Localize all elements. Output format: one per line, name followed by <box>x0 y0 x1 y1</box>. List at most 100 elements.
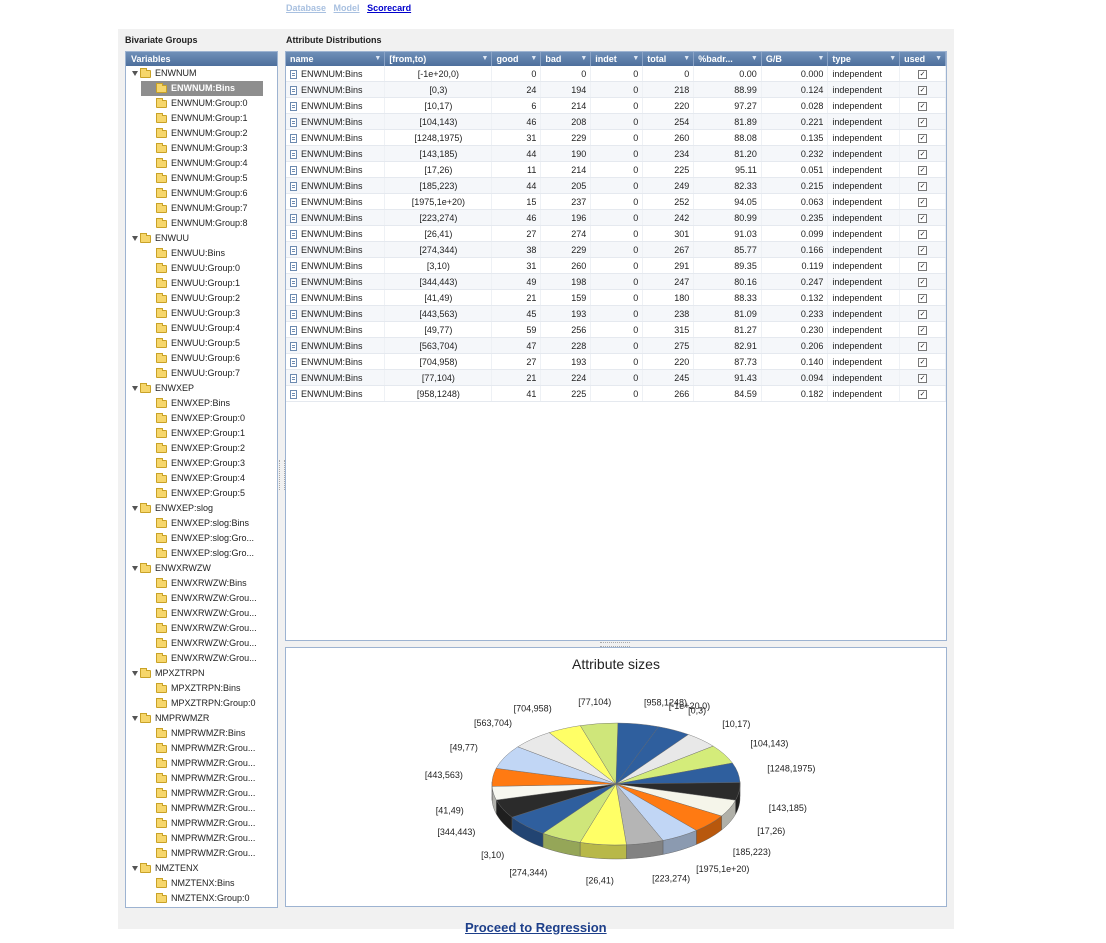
expand-triangle-icon[interactable] <box>132 866 138 871</box>
column-header[interactable]: used ▼ <box>899 52 946 66</box>
table-row[interactable]: ENWNUM:Bins [41,49) 21 159 0 180 88.33 0.132 ind… <box>286 289 946 306</box>
tree-item[interactable]: ENWNUM:Group:5 <box>126 171 277 186</box>
used-checkbox[interactable]: ✓ <box>918 214 928 223</box>
sort-icon[interactable]: ▼ <box>580 55 587 62</box>
table-row[interactable]: ENWNUM:Bins [26,41) 27 274 0 301 91.03 0.099 ind… <box>286 225 946 242</box>
tree-item[interactable]: ENWXEP:Group:4 <box>126 471 277 486</box>
tree-item[interactable]: ENWUU:Group:3 <box>126 306 277 321</box>
used-checkbox[interactable]: ✓ <box>918 246 928 255</box>
used-checkbox[interactable]: ✓ <box>918 326 928 335</box>
table-row[interactable]: ENWNUM:Bins [274,344) 38 229 0 267 85.77 0.166 i… <box>286 241 946 258</box>
tree-item[interactable]: ENWNUM:Group:8 <box>126 216 277 231</box>
column-header[interactable]: indet ▼ <box>590 52 644 66</box>
expand-triangle-icon[interactable] <box>132 716 138 721</box>
used-checkbox[interactable]: ✓ <box>918 70 928 79</box>
sort-icon[interactable]: ▼ <box>935 55 942 62</box>
proceed-to-regression-link[interactable]: Proceed to Regression <box>465 920 607 935</box>
sort-icon[interactable]: ▼ <box>530 55 537 62</box>
tree-item[interactable]: ENWNUM:Group:4 <box>126 156 277 171</box>
tree-item[interactable]: ENWUU:Group:6 <box>126 351 277 366</box>
table-row[interactable]: ENWNUM:Bins [563,704) 47 228 0 275 82.91 0.206 i… <box>286 337 946 354</box>
sort-icon[interactable]: ▼ <box>889 55 896 62</box>
expand-triangle-icon[interactable] <box>132 566 138 571</box>
expand-triangle-icon[interactable] <box>132 506 138 511</box>
used-checkbox[interactable]: ✓ <box>918 230 928 239</box>
column-header[interactable]: %badr... ▼ <box>693 52 762 66</box>
table-row[interactable]: ENWNUM:Bins [443,563) 45 193 0 238 81.09 0.233 i… <box>286 305 946 322</box>
nav-link-model[interactable]: Model <box>334 3 360 13</box>
table-row[interactable]: ENWNUM:Bins [344,443) 49 198 0 247 80.16 0.247 i… <box>286 273 946 290</box>
table-row[interactable]: ENWNUM:Bins [1975,1e+20) 15 237 0 252 94.05 0.0… <box>286 193 946 210</box>
expand-triangle-icon[interactable] <box>132 671 138 676</box>
tree-item[interactable]: ENWUU:Group:1 <box>126 276 277 291</box>
column-header[interactable]: name ▼ <box>286 52 386 66</box>
column-header[interactable]: G/B ▼ <box>761 52 829 66</box>
tree-item[interactable]: ENWXEP:slog:Gro... <box>126 531 277 546</box>
sort-icon[interactable]: ▼ <box>632 55 639 62</box>
tree-item[interactable]: ENWUU:Group:2 <box>126 291 277 306</box>
column-header[interactable]: good ▼ <box>491 52 542 66</box>
used-checkbox[interactable]: ✓ <box>918 150 928 159</box>
table-row[interactable]: ENWNUM:Bins [143,185) 44 190 0 234 81.20 0.232 i… <box>286 145 946 162</box>
tree-group-3[interactable]: ENWXEP:slog <box>126 501 277 516</box>
nav-link-database[interactable]: Database <box>286 3 326 13</box>
tree-item[interactable]: NMPRWMZR:Grou... <box>126 741 277 756</box>
table-row[interactable]: ENWNUM:Bins [104,143) 46 208 0 254 81.89 0.221 i… <box>286 113 946 130</box>
sort-icon[interactable]: ▼ <box>817 55 824 62</box>
tree-item[interactable]: NMPRWMZR:Grou... <box>126 771 277 786</box>
used-checkbox[interactable]: ✓ <box>918 182 928 191</box>
tree-item[interactable]: ENWXEP:Group:2 <box>126 441 277 456</box>
tree-item[interactable]: ENWNUM:Group:1 <box>126 111 277 126</box>
tree-group-5[interactable]: MPXZTRPN <box>126 666 277 681</box>
used-checkbox[interactable]: ✓ <box>918 262 928 271</box>
used-checkbox[interactable]: ✓ <box>918 310 928 319</box>
tree-item[interactable]: NMPRWMZR:Grou... <box>126 846 277 861</box>
tree-item[interactable]: ENWXEP:slog:Bins <box>126 516 277 531</box>
table-row[interactable]: ENWNUM:Bins [1248,1975) 31 229 0 260 88.08 0.13… <box>286 129 946 146</box>
tree-item[interactable]: MPXZTRPN:Group:0 <box>126 696 277 711</box>
tree-group-4[interactable]: ENWXRWZW <box>126 561 277 576</box>
tree-group-2[interactable]: ENWXEP <box>126 381 277 396</box>
tree-item[interactable]: ENWXRWZW:Bins <box>126 576 277 591</box>
table-row[interactable]: ENWNUM:Bins [3,10) 31 260 0 291 89.35 0.119 inde… <box>286 257 946 274</box>
tree-item[interactable]: ENWNUM:Group:6 <box>126 186 277 201</box>
table-row[interactable]: ENWNUM:Bins [-1e+20,0) 0 0 0 0 0.00 0.000 indepe… <box>286 66 946 82</box>
tree-item[interactable]: ENWXRWZW:Grou... <box>126 591 277 606</box>
tree-item[interactable]: ENWXEP:Bins <box>126 396 277 411</box>
sort-icon[interactable]: ▼ <box>374 55 381 62</box>
column-header[interactable]: type ▼ <box>827 52 901 66</box>
tree-item[interactable]: NMPRWMZR:Grou... <box>126 756 277 771</box>
table-row[interactable]: ENWNUM:Bins [185,223) 44 205 0 249 82.33 0.215 i… <box>286 177 946 194</box>
sort-icon[interactable]: ▼ <box>683 55 690 62</box>
expand-triangle-icon[interactable] <box>132 71 138 76</box>
tree-group-1[interactable]: ENWUU <box>126 231 277 246</box>
used-checkbox[interactable]: ✓ <box>918 294 928 303</box>
tree-item[interactable]: NMPRWMZR:Grou... <box>126 786 277 801</box>
table-row[interactable]: ENWNUM:Bins [223,274) 46 196 0 242 80.99 0.235 i… <box>286 209 946 226</box>
tree-item[interactable]: ENWXRWZW:Grou... <box>126 636 277 651</box>
table-row[interactable]: ENWNUM:Bins [10,17) 6 214 0 220 97.27 0.028 inde… <box>286 97 946 114</box>
tree-item[interactable]: NMPRWMZR:Bins <box>126 726 277 741</box>
used-checkbox[interactable]: ✓ <box>918 166 928 175</box>
tree-group-0[interactable]: ENWNUM <box>126 66 277 81</box>
sort-icon[interactable]: ▼ <box>751 55 758 62</box>
tree-item[interactable]: NMPRWMZR:Grou... <box>126 816 277 831</box>
tree-item[interactable]: ENWXEP:Group:1 <box>126 426 277 441</box>
table-row[interactable]: ENWNUM:Bins [17,26) 11 214 0 225 95.11 0.051 ind… <box>286 161 946 178</box>
tree-item[interactable]: NMPRWMZR:Grou... <box>126 831 277 846</box>
tree-item[interactable]: ENWNUM:Group:0 <box>126 96 277 111</box>
tree-group-6[interactable]: NMPRWMZR <box>126 711 277 726</box>
tree-item[interactable]: NMZTENX:Bins <box>126 876 277 891</box>
used-checkbox[interactable]: ✓ <box>918 342 928 351</box>
expand-triangle-icon[interactable] <box>132 236 138 241</box>
tree-item[interactable]: ENWNUM:Bins <box>141 81 263 96</box>
column-header[interactable]: bad ▼ <box>540 52 592 66</box>
tree-item[interactable]: ENWXEP:Group:3 <box>126 456 277 471</box>
sort-icon[interactable]: ▼ <box>482 55 489 62</box>
used-checkbox[interactable]: ✓ <box>918 198 928 207</box>
tree-item[interactable]: ENWXRWZW:Grou... <box>126 606 277 621</box>
tree-item[interactable]: ENWXEP:Group:0 <box>126 411 277 426</box>
table-row[interactable]: ENWNUM:Bins [958,1248) 41 225 0 266 84.59 0.182… <box>286 385 946 402</box>
used-checkbox[interactable]: ✓ <box>918 390 928 399</box>
column-header[interactable]: [from,to) ▼ <box>384 52 493 66</box>
